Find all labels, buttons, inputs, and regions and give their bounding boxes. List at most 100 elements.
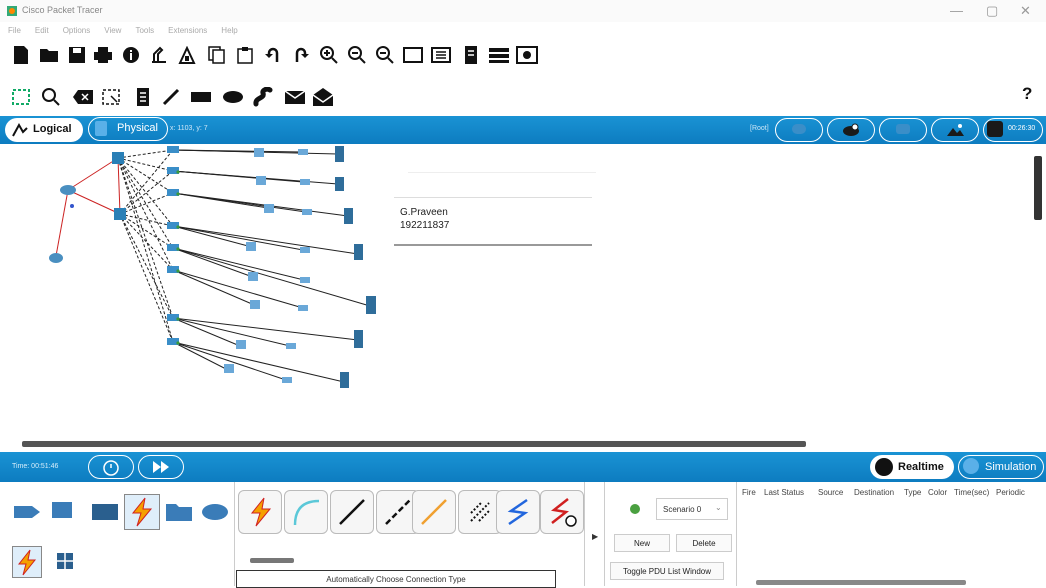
zoom-in-icon[interactable] xyxy=(318,44,340,66)
drawing-palette-icon[interactable] xyxy=(402,44,424,66)
new-cluster-button[interactable] xyxy=(827,118,875,142)
paste-icon[interactable] xyxy=(234,44,256,66)
menu-extensions[interactable]: Extensions xyxy=(168,26,207,35)
logical-workspace-canvas[interactable] xyxy=(8,146,1040,444)
main-toolbar: ? xyxy=(0,36,1046,103)
scenario-select[interactable]: Scenario 0 ⌄ xyxy=(656,498,728,520)
zoom-out-icon[interactable] xyxy=(374,44,396,66)
network-devices-icon[interactable] xyxy=(12,500,42,529)
maximize-button[interactable]: ▢ xyxy=(986,3,998,19)
end-devices-icon[interactable] xyxy=(48,498,78,529)
pdu-list-scrollbar[interactable] xyxy=(756,580,966,585)
close-button[interactable]: ✕ xyxy=(1020,3,1031,19)
palette-icon[interactable] xyxy=(176,44,198,66)
connections-category-icon[interactable] xyxy=(124,494,160,530)
menu-tools[interactable]: Tools xyxy=(135,26,154,35)
add-simple-pdu-icon[interactable] xyxy=(284,86,306,108)
undo-icon[interactable] xyxy=(262,44,284,66)
place-note-icon[interactable] xyxy=(132,86,154,108)
miscellaneous-icon[interactable] xyxy=(164,498,194,529)
server-list-icon[interactable] xyxy=(488,44,510,66)
delete-scenario-button[interactable]: Delete xyxy=(676,534,732,552)
document-icon[interactable] xyxy=(460,44,482,66)
fiber-cable[interactable] xyxy=(412,490,456,534)
auto-connection-cable[interactable] xyxy=(238,490,282,534)
add-complex-pdu-icon[interactable] xyxy=(312,86,334,108)
collapse-arrow-icon[interactable]: ▶ xyxy=(592,532,598,541)
logical-tab[interactable]: Logical xyxy=(5,118,83,142)
title-bar: Cisco Packet Tracer — ▢ ✕ xyxy=(0,0,1046,22)
menu-options[interactable]: Options xyxy=(63,26,91,35)
draw-rectangle-icon[interactable] xyxy=(190,86,212,108)
grid-icon[interactable] xyxy=(56,552,74,575)
fast-forward-button[interactable] xyxy=(138,455,184,479)
components-icon[interactable] xyxy=(90,500,120,529)
physical-tab[interactable]: Physical xyxy=(88,117,168,141)
console-cable[interactable] xyxy=(284,490,328,534)
print-icon[interactable] xyxy=(92,44,114,66)
vertical-scrollbar[interactable] xyxy=(1034,156,1042,220)
cloud-add-icon xyxy=(842,122,860,143)
divider xyxy=(736,482,737,586)
info-icon[interactable] xyxy=(120,44,142,66)
cluster-button[interactable] xyxy=(775,118,823,142)
scenario-status-icon xyxy=(630,504,640,514)
connection-type-hint: Automatically Choose Connection Type xyxy=(236,570,556,588)
new-file-icon[interactable] xyxy=(10,44,32,66)
power-cycle-button[interactable] xyxy=(88,455,134,479)
network-links xyxy=(55,149,371,383)
router xyxy=(60,185,76,195)
connections-subcategory-icon[interactable] xyxy=(12,546,42,578)
time-bar: Time: 00:51:46 Realtime Simulation xyxy=(0,452,1046,482)
scenario-selected: Scenario 0 xyxy=(663,505,702,514)
col-fire: Fire xyxy=(742,488,756,497)
clock-icon xyxy=(875,458,893,476)
serial-dce-cable[interactable] xyxy=(540,490,584,534)
copy-icon[interactable] xyxy=(206,44,228,66)
resize-shape-icon[interactable] xyxy=(100,86,122,108)
delete-icon[interactable] xyxy=(72,86,94,108)
cloud-device xyxy=(49,253,63,263)
cable-list-scrollbar[interactable] xyxy=(250,558,294,563)
viewport-icon xyxy=(987,121,1003,137)
landscape-icon xyxy=(946,122,964,143)
edit-toolbar xyxy=(0,78,1046,116)
col-destination: Destination xyxy=(854,488,895,497)
device-category-bar xyxy=(8,492,234,532)
menu-help[interactable]: Help xyxy=(221,26,237,35)
horizontal-scrollbar[interactable] xyxy=(22,441,806,447)
save-icon[interactable] xyxy=(66,44,88,66)
open-folder-icon[interactable] xyxy=(38,44,60,66)
menu-bar: File Edit Options View Tools Extensions Help xyxy=(0,20,1046,35)
viewport-button[interactable]: 00:26:30 xyxy=(983,118,1043,142)
draw-ellipse-icon[interactable] xyxy=(222,86,244,108)
new-scenario-button[interactable]: New xyxy=(614,534,670,552)
toggle-pdu-list-button[interactable]: Toggle PDU List Window xyxy=(610,562,724,580)
realtime-tab[interactable]: Realtime xyxy=(870,455,954,479)
set-background-button[interactable] xyxy=(931,118,979,142)
col-type: Type xyxy=(904,488,922,497)
custom-device-icon[interactable] xyxy=(148,44,170,66)
select-icon[interactable] xyxy=(10,86,32,108)
freeform-icon[interactable] xyxy=(252,86,274,108)
zoom-reset-icon[interactable] xyxy=(346,44,368,66)
menu-file[interactable]: File xyxy=(8,26,21,35)
draw-line-icon[interactable] xyxy=(160,86,182,108)
sticky-note[interactable]: G.Praveen 192211837 xyxy=(394,197,592,246)
workspace-clock: 00:26:30 xyxy=(1008,125,1036,132)
col-color: Color xyxy=(928,488,948,497)
move-object-button[interactable] xyxy=(879,118,927,142)
inspect-icon[interactable] xyxy=(40,86,62,108)
redo-icon[interactable] xyxy=(290,44,312,66)
coaxial-cable[interactable] xyxy=(496,490,540,534)
menu-view[interactable]: View xyxy=(104,26,121,35)
multiuser-icon[interactable] xyxy=(200,500,230,529)
copper-straight-through-cable[interactable] xyxy=(330,490,374,534)
network-info-icon[interactable] xyxy=(516,44,538,66)
custom-devices-dialog-icon[interactable] xyxy=(430,44,452,66)
minimize-button[interactable]: — xyxy=(950,3,963,18)
note-line-2: 192211837 xyxy=(400,220,450,231)
col-source: Source xyxy=(818,488,844,497)
menu-edit[interactable]: Edit xyxy=(35,26,49,35)
simulation-tab[interactable]: Simulation xyxy=(958,455,1044,479)
